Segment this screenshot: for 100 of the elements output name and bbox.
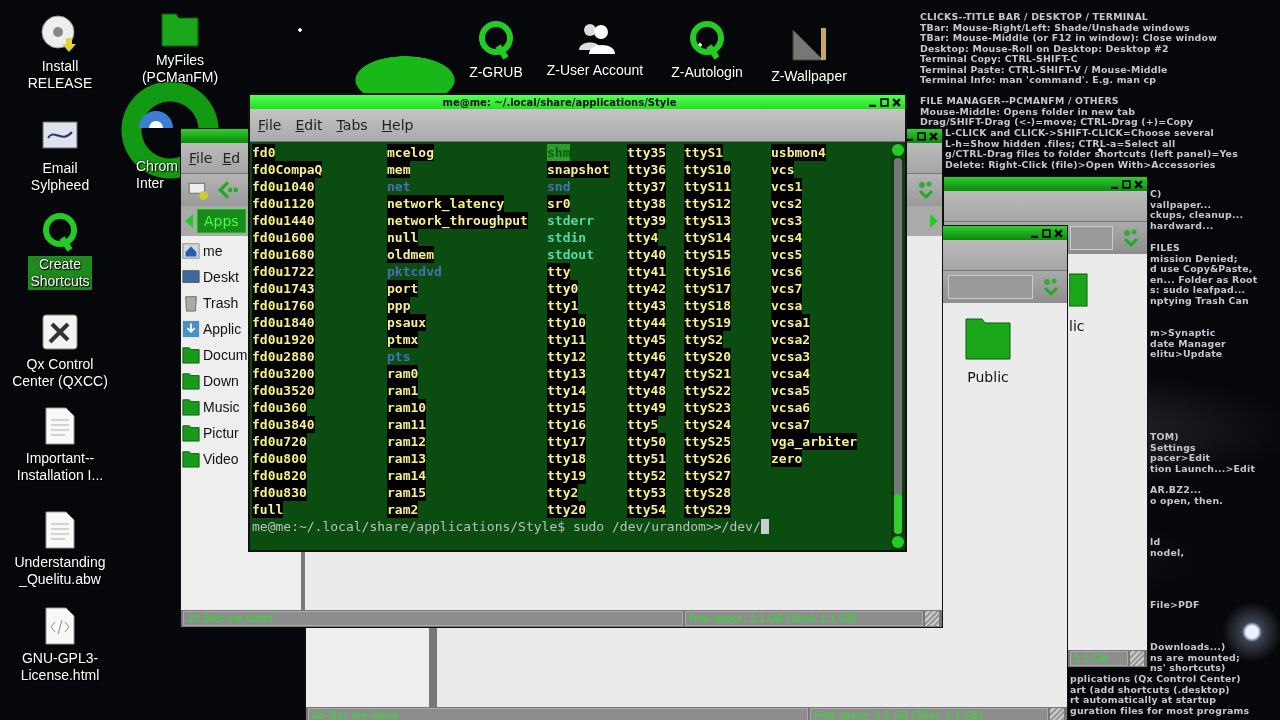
sidebar-item[interactable]: Applic xyxy=(203,320,242,337)
file-name: ttyS11 xyxy=(684,178,731,195)
sidebar-item[interactable]: Music xyxy=(203,398,240,415)
file-name: vcs5 xyxy=(771,246,803,263)
file-name: fd0u3200 xyxy=(252,365,315,382)
file-name: vcs1 xyxy=(771,178,803,195)
note-line: Delete: Right-Click (file)>Open With>Accessories xyxy=(945,159,1216,170)
menu-item[interactable]: Help xyxy=(381,117,414,133)
menu-item[interactable]: Tabs xyxy=(336,117,368,133)
folder-label[interactable]: Public xyxy=(967,369,1009,385)
note-line: Downloads...) xyxy=(1150,642,1227,653)
file-name: tty14 xyxy=(547,382,587,399)
file-count-status: 45 files are listed xyxy=(308,708,808,720)
file-name: null xyxy=(387,229,419,246)
file-name: ram11 xyxy=(387,416,427,433)
icon-label[interactable]: Chrom Inter xyxy=(136,158,178,192)
file-name: fd0u1680 xyxy=(252,246,315,263)
sidebar-item[interactable]: Docum xyxy=(203,346,248,363)
file-name: tty39 xyxy=(627,212,667,229)
file-name: ttyS23 xyxy=(684,399,731,416)
file-name: tty47 xyxy=(627,365,667,382)
sidebar-item[interactable]: Deskt xyxy=(203,268,239,285)
icon-label[interactable]: MyFiles (PCManFM) xyxy=(139,52,221,86)
file-name: tty42 xyxy=(627,280,667,297)
menu-item[interactable]: Ed xyxy=(222,150,241,166)
file-name: fd0u3520 xyxy=(252,382,315,399)
menu-item[interactable]: File xyxy=(258,117,282,133)
file-name: tty38 xyxy=(627,195,667,212)
menu-item[interactable]: File xyxy=(189,150,213,166)
file-name: fd0u1600 xyxy=(252,229,315,246)
file-name: fd0 xyxy=(252,144,276,161)
file-name: ttyS25 xyxy=(684,433,731,450)
icon-label[interactable]: Important-- Installation I... xyxy=(14,450,106,484)
file-name: fd0u1840 xyxy=(252,314,315,331)
note-line: Terminal Info: man 'command'. E.g. man cp xyxy=(920,75,1158,86)
note-line: TBar: Mouse-Middle (or F12 in window): Close window xyxy=(920,33,1217,44)
file-name: fd0u1722 xyxy=(252,263,315,280)
file-name: vcsa4 xyxy=(771,365,811,382)
sidebar-item[interactable]: Pictur xyxy=(203,424,239,441)
icon-label[interactable]: GNU-GPL3- License.html xyxy=(18,650,102,684)
file-name: ttyS1 xyxy=(684,144,724,161)
note-line: Terminal Copy: CTRL-SHIFT-C xyxy=(920,54,1078,65)
note-line: AR.BZ2... xyxy=(1150,485,1203,496)
file-name: tty4 xyxy=(627,229,659,246)
file-name: tty18 xyxy=(547,450,587,467)
file-name: vcsa1 xyxy=(771,314,811,331)
file-name: tty12 xyxy=(547,348,587,365)
file-name: ttyS24 xyxy=(684,416,731,433)
file-name: vcs6 xyxy=(771,263,803,280)
sidebar-item[interactable]: Down xyxy=(203,372,239,389)
menu-item[interactable]: Edit xyxy=(295,117,323,133)
note-line: CLICKS--TITLE BAR / DESKTOP / TERMINAL xyxy=(920,12,1150,23)
file-name: tty2 xyxy=(547,484,579,501)
note-line: mission Denied; xyxy=(1150,253,1239,264)
icon-label[interactable]: Understanding _Quelitu.abw xyxy=(12,554,108,588)
file-name: ttyS14 xyxy=(684,229,731,246)
note-line: ckups, cleanup... xyxy=(1150,210,1244,221)
icon-label[interactable]: Z-GRUB xyxy=(467,64,525,81)
file-name: tty41 xyxy=(627,263,667,280)
folder-label: lic xyxy=(1069,318,1086,334)
file-name: full xyxy=(252,501,284,518)
sidebar-item[interactable]: Trash xyxy=(203,294,239,311)
file-name: fd0u2880 xyxy=(252,348,315,365)
file-name: tty50 xyxy=(627,433,667,450)
free-space-status: Free space: 1.1 GB (Total: 1.1 GB) xyxy=(685,611,923,626)
note-line: FILES xyxy=(1150,243,1182,254)
note-line: pplications (Qx Control Center) xyxy=(1070,674,1242,685)
sidebar-item[interactable]: me xyxy=(203,242,223,259)
file-name: vcsa3 xyxy=(771,348,811,365)
note-line: elitu>Update xyxy=(1150,349,1223,360)
icon-label[interactable]: Z-User Account xyxy=(544,62,646,79)
file-name: tty5 xyxy=(627,416,659,433)
file-name: fd0u1920 xyxy=(252,331,315,348)
note-line: FILE MANAGER--PCMANFM / OTHERS xyxy=(920,96,1120,107)
note-line: en... Folder as Root xyxy=(1150,274,1258,285)
file-name: tty49 xyxy=(627,399,667,416)
note-line: d use Copy&Paste, xyxy=(1150,264,1254,275)
file-name: ttyS19 xyxy=(684,314,731,331)
file-name: tty xyxy=(547,263,571,280)
file-name: fd0u3840 xyxy=(252,416,315,433)
file-name: tty45 xyxy=(627,331,667,348)
icon-label[interactable]: Z-Wallpaper xyxy=(769,68,849,85)
note-line: m>Synaptic xyxy=(1150,328,1217,339)
file-name: tty35 xyxy=(627,144,667,161)
note-line: o open, then. xyxy=(1150,495,1224,506)
file-name: fd0u1040 xyxy=(252,178,315,195)
file-name: ttyS26 xyxy=(684,450,731,467)
file-name: zero xyxy=(771,450,803,467)
icon-label[interactable]: Qx Control Center (QXCC) xyxy=(10,356,110,390)
icon-label[interactable]: Z-Autologin xyxy=(669,64,745,81)
sidebar-item[interactable]: Video xyxy=(203,450,239,467)
file-name: ram2 xyxy=(387,501,419,518)
file-name: network_throughput xyxy=(387,212,528,229)
icon-label[interactable]: Create Shortcuts xyxy=(28,256,92,290)
file-name: vcs7 xyxy=(771,280,803,297)
icon-label[interactable]: Install RELEASE xyxy=(25,58,95,92)
icon-label[interactable]: Email Sylpheed xyxy=(28,160,92,194)
file-name: stdout xyxy=(547,246,594,263)
file-name: ram14 xyxy=(387,467,427,484)
file-name: mcelog xyxy=(387,144,434,161)
